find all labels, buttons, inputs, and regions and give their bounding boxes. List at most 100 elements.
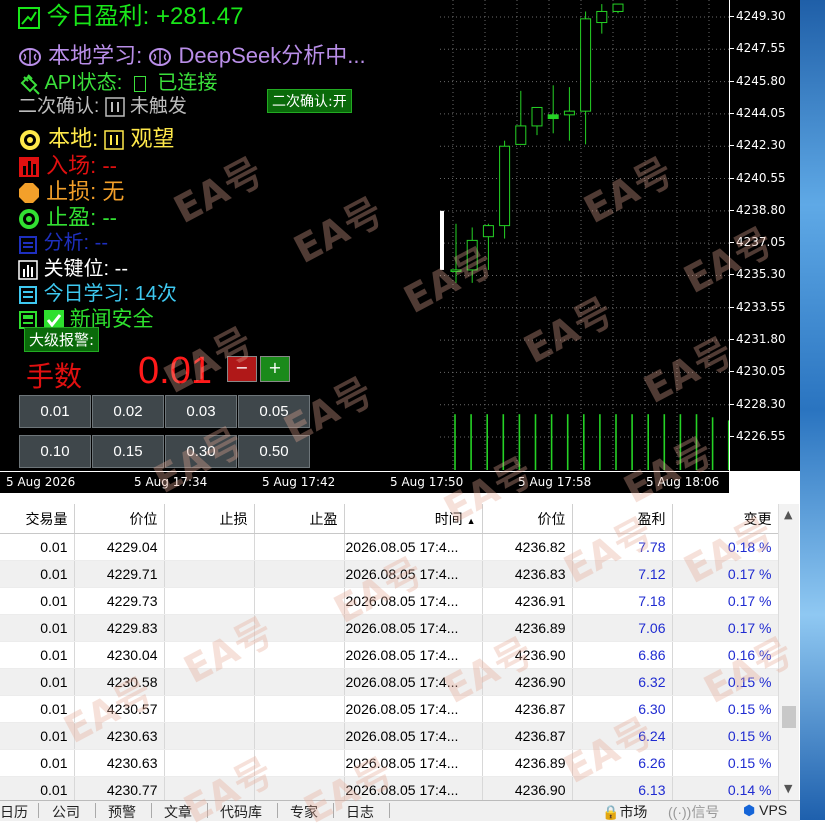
cell-current-price: 4236.87 [482, 695, 573, 723]
cell-open-price: 4230.63 [74, 722, 165, 750]
price-tick-text: 4235.30 [736, 267, 786, 282]
lot-button-0.01[interactable]: 0.01 [19, 395, 91, 428]
tab-calendar-label: 日历 [0, 804, 28, 820]
cell-time: 2026.08.05 17:4... [344, 533, 483, 561]
tab-company[interactable]: 公司 [52, 802, 80, 822]
candle-body [531, 106, 543, 127]
price-tick-text: 4233.55 [736, 299, 786, 314]
cell-current-price: 4236.89 [482, 749, 573, 777]
table-row[interactable]: 0.01 4229.71 2026.08.05 17:4... 4236.83 7.12… [0, 560, 778, 588]
alarm-button[interactable]: 大级报警: [24, 327, 100, 352]
column-header-profit[interactable]: 盈利 [572, 504, 673, 534]
table-row[interactable]: 0.01 4230.04 2026.08.05 17:4... 4236.90 6.86… [0, 641, 778, 669]
tab-journal[interactable]: 日志 [346, 802, 374, 822]
cell-volume: 0.01 [0, 641, 75, 669]
time-tick-label: 5 Aug 17:34 [134, 475, 208, 489]
cell-stoploss [164, 695, 255, 723]
column-header-takeprofit[interactable]: 止盈 [254, 504, 345, 534]
scroll-up-icon[interactable]: ▲ [784, 508, 792, 521]
price-tick-text: 4231.80 [736, 332, 786, 347]
cell-change: 0.15 % [672, 695, 778, 723]
table-row[interactable]: 0.01 4230.57 2026.08.05 17:4... 4236.87 6.30… [0, 695, 778, 723]
profit-row: 今日盈利: +281.47 [18, 0, 243, 31]
profit-text: 今日盈利: +281.47 [46, 3, 244, 30]
lot-button-0.10[interactable]: 0.10 [19, 435, 91, 468]
candle [482, 223, 494, 270]
lot-button-0.50[interactable]: 0.50 [238, 435, 310, 468]
table-row[interactable]: 0.01 4229.83 2026.08.05 17:4... 4236.89 7.06… [0, 614, 778, 642]
tab-experts[interactable]: 专家 [290, 802, 318, 822]
cell-open-price: 4230.04 [74, 641, 165, 669]
table-row[interactable]: 0.01 4230.58 2026.08.05 17:4... 4236.90 6.32… [0, 668, 778, 696]
time-header-label: 时间 [434, 510, 463, 527]
cell-stoploss [164, 587, 255, 615]
analysis-row: 分析: -- [18, 226, 108, 255]
cell-time: 2026.08.05 17:4... [344, 749, 483, 777]
cell-open-price: 4229.83 [74, 614, 165, 642]
cell-stoploss [164, 614, 255, 642]
vps-shield-icon: ⬢ [743, 802, 756, 818]
table-scrollbar[interactable]: ▲ ▼ [778, 504, 799, 800]
cell-open-price: 4230.57 [74, 695, 165, 723]
cell-stoploss [164, 776, 255, 800]
bid-marker [440, 210, 444, 270]
candle-body [612, 3, 624, 12]
plus-button[interactable]: + [260, 356, 290, 382]
column-header-change[interactable]: 变更 [672, 504, 778, 534]
candle [547, 85, 559, 134]
tab-signals[interactable]: ((·))信号 [668, 802, 719, 822]
price-tick-label: 4247.55 [730, 41, 786, 55]
column-header-current-price[interactable]: 价位 [482, 504, 573, 534]
scroll-down-icon[interactable]: ▼ [784, 782, 792, 795]
minus-button[interactable]: − [227, 356, 257, 382]
column-header-price[interactable]: 价位 [74, 504, 165, 534]
tab-calendar[interactable]: 日历 [0, 802, 28, 825]
candle [580, 11, 592, 145]
cell-current-price: 4236.83 [482, 560, 573, 588]
cell-time: 2026.08.05 17:4... [344, 560, 483, 588]
confirm-toggle-button[interactable]: 二次确认:开 [267, 89, 352, 113]
column-header-time[interactable]: 时间 ▲ [344, 504, 483, 534]
table-row[interactable]: 0.01 4230.77 2026.08.05 17:4... 4236.90 6.13… [0, 776, 778, 800]
trades-table[interactable]: 交易量 价位 止损 止盈 时间 ▲ 价位 盈利 变更 0.01 4229.04 20… [0, 504, 778, 800]
lots-label: 手数 [26, 361, 83, 392]
tab-alerts[interactable]: 预警 [108, 802, 136, 822]
tab-code-base[interactable]: 代码库 [220, 802, 262, 822]
candle-body [466, 239, 478, 271]
table-row[interactable]: 0.01 4230.63 2026.08.05 17:4... 4236.89 6.26… [0, 749, 778, 777]
table-header-row: 交易量 价位 止损 止盈 时间 ▲ 价位 盈利 变更 [0, 504, 778, 534]
tab-separator [389, 803, 390, 818]
tab-vps[interactable]: ⬢ VPS [743, 802, 787, 819]
table-row[interactable]: 0.01 4229.04 2026.08.05 17:4... 4236.82 7.78… [0, 533, 778, 561]
chart-up-icon [18, 6, 40, 29]
cell-time: 2026.08.05 17:4... [344, 695, 483, 723]
tab-market[interactable]: 🔒市场 [602, 802, 647, 822]
column-header-volume[interactable]: 交易量 [0, 504, 75, 534]
lot-button-0.03[interactable]: 0.03 [165, 395, 237, 428]
cell-stoploss [164, 749, 255, 777]
cell-current-price: 4236.87 [482, 722, 573, 750]
table-row[interactable]: 0.01 4229.73 2026.08.05 17:4... 4236.91 7.18… [0, 587, 778, 615]
cell-profit: 7.12 [572, 560, 673, 588]
lot-button-0.15[interactable]: 0.15 [92, 435, 164, 468]
lot-button-0.05[interactable]: 0.05 [238, 395, 310, 428]
confirm-label: 二次确认: [18, 96, 100, 117]
cell-takeprofit [254, 668, 345, 696]
cell-current-price: 4236.91 [482, 587, 573, 615]
lot-button-0.30[interactable]: 0.30 [165, 435, 237, 468]
cell-change: 0.15 % [672, 722, 778, 750]
book-icon [19, 285, 37, 304]
column-header-stoploss[interactable]: 止损 [164, 504, 255, 534]
table-row[interactable]: 0.01 4230.63 2026.08.05 17:4... 4236.87 6.24… [0, 722, 778, 750]
tab-articles[interactable]: 文章 [164, 802, 192, 822]
lot-button-0.02[interactable]: 0.02 [92, 395, 164, 428]
scrollbar-thumb[interactable] [782, 706, 796, 728]
cell-takeprofit [254, 695, 345, 723]
cell-current-price: 4236.90 [482, 776, 573, 800]
cell-time: 2026.08.05 17:4... [344, 641, 483, 669]
today-learn-label: 今日学习: [43, 283, 130, 305]
cell-takeprofit [254, 722, 345, 750]
cell-time: 2026.08.05 17:4... [344, 776, 483, 800]
bottom-tab-bar: 日历 公司 预警 文章 代码库 专家 日志 🔒市场 ((·))信号 ⬢ VPS [0, 800, 800, 821]
price-tick-label: 4231.80 [730, 332, 786, 346]
